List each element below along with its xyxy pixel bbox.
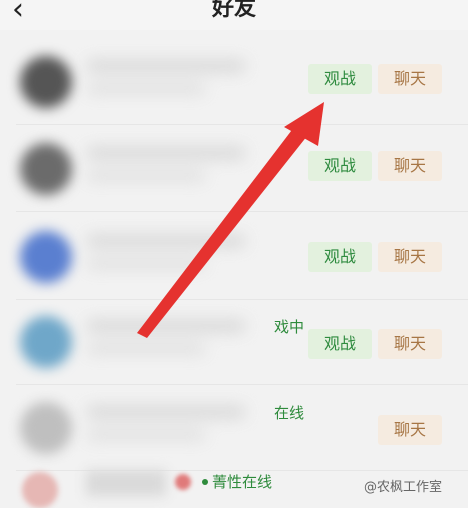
friend-row: 在线 聊天 (16, 386, 468, 471)
friend-list: 观战 聊天 观战 聊天 观战 聊天 戏中 观战 聊天 在线 聊天 (0, 30, 468, 499)
watch-button[interactable]: 观战 (308, 242, 372, 272)
heart-icon (175, 474, 191, 490)
page-title: 好友 (211, 0, 256, 21)
watermark: @农枫工作室 (364, 480, 443, 495)
friend-row: 观战 聊天 (16, 127, 468, 212)
online-dot-icon (202, 479, 208, 485)
chat-button[interactable]: 聊天 (378, 64, 442, 94)
watch-button[interactable]: 观战 (308, 64, 372, 94)
watch-button[interactable]: 观战 (308, 151, 372, 181)
chat-button[interactable]: 聊天 (378, 151, 442, 181)
chat-button[interactable]: 聊天 (378, 415, 442, 445)
blurred-profile (76, 225, 286, 289)
friend-row: 观战 聊天 (16, 40, 468, 125)
avatar (20, 402, 72, 454)
friend-row: 戏中 观战 聊天 (16, 300, 468, 385)
status-text: 戏中 (274, 318, 305, 336)
friend-row: 观战 聊天 (16, 215, 468, 300)
blurred-profile (76, 396, 286, 460)
status-text: 菁性在线 (212, 473, 273, 491)
watch-button[interactable]: 观战 (308, 329, 372, 359)
status-text: 在线 (274, 404, 305, 422)
blurred-profile (76, 137, 286, 201)
chat-button[interactable]: 聊天 (378, 242, 442, 272)
avatar (20, 231, 72, 283)
blurred-profile (86, 470, 166, 496)
avatar (20, 56, 72, 108)
blurred-profile (76, 310, 286, 374)
avatar (20, 143, 72, 195)
chat-button[interactable]: 聊天 (378, 329, 442, 359)
blurred-profile (76, 50, 286, 114)
top-bar: ‹ 好友 (0, 0, 468, 30)
avatar (20, 316, 72, 368)
avatar (22, 472, 58, 508)
